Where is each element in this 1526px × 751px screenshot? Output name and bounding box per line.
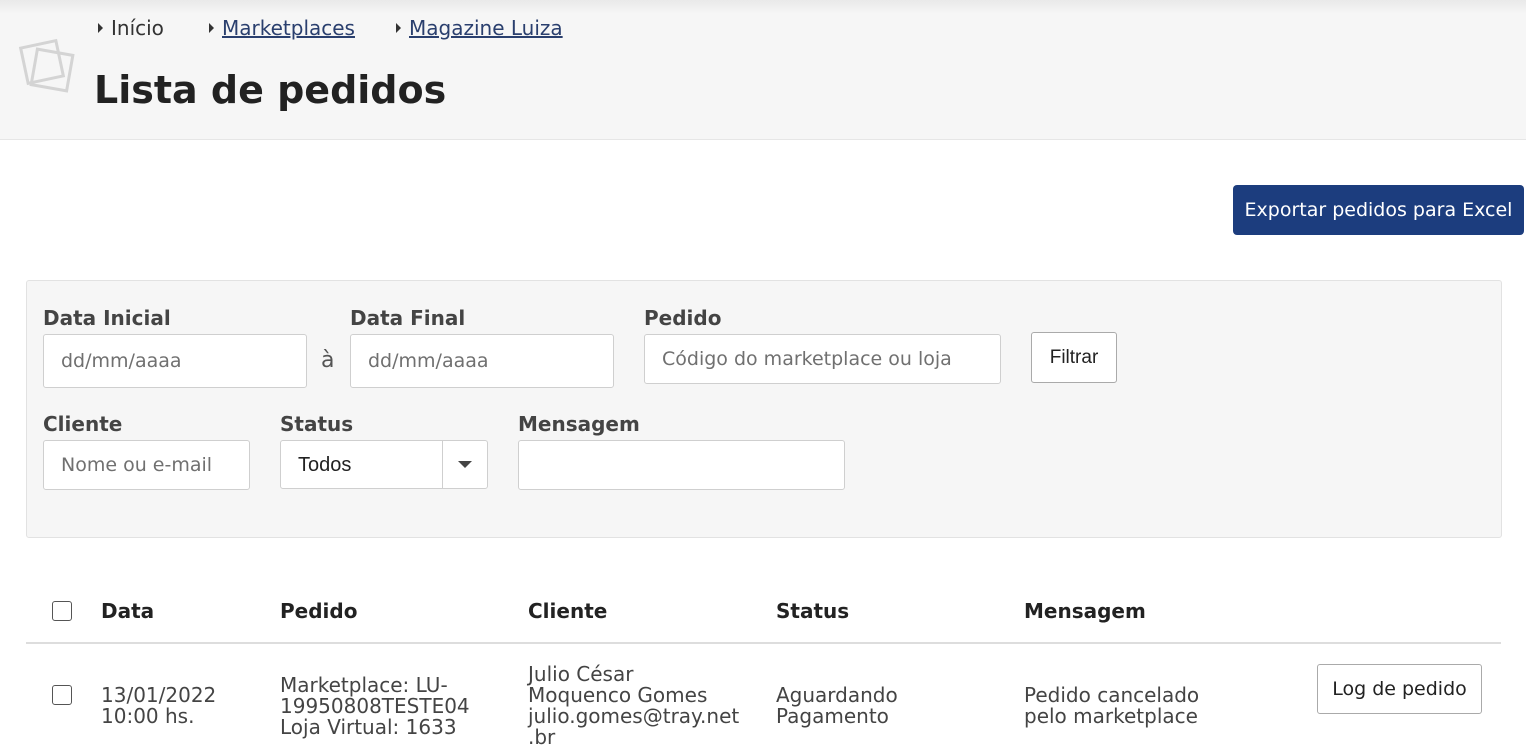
breadcrumb-link[interactable]: Magazine Luiza [409, 16, 563, 40]
date-range-separator: à [321, 348, 335, 373]
row-checkbox[interactable] [52, 685, 72, 705]
row-cliente-name-2: Moquenco Gomes [528, 683, 708, 707]
status-label: Status [280, 412, 354, 436]
row-pedido: Marketplace: LU- 19950808TESTE04 Loja Vi… [280, 675, 470, 738]
page-title: Lista de pedidos [94, 68, 447, 112]
data-inicial-label: Data Inicial [43, 306, 171, 330]
row-cliente-email-2: .br [528, 725, 556, 749]
column-header-mensagem: Mensagem [1024, 599, 1146, 623]
row-mensagem: Pedido cancelado pelo marketplace [1024, 685, 1199, 727]
row-date-value: 13/01/2022 [101, 683, 217, 707]
mensagem-input[interactable] [518, 440, 845, 490]
filter-panel [26, 280, 1502, 538]
header-top-shadow [0, 0, 1526, 14]
log-de-pedido-button[interactable]: Log de pedido [1317, 664, 1482, 714]
row-pedido-marketplace: Marketplace: LU- [280, 673, 448, 697]
row-date: 13/01/2022 10:00 hs. [101, 685, 216, 727]
chevron-down-icon [458, 461, 472, 468]
column-header-status: Status [776, 599, 850, 623]
filtrar-button[interactable]: Filtrar [1031, 332, 1117, 383]
status-select[interactable]: Todos [280, 440, 488, 489]
column-header-cliente: Cliente [528, 599, 608, 623]
triangle-right-icon [98, 22, 103, 33]
data-inicial-input[interactable] [43, 334, 307, 388]
breadcrumb-link[interactable]: Marketplaces [222, 16, 355, 40]
stacked-squares-logo-icon [18, 38, 75, 93]
breadcrumb-item-inicio[interactable]: Início [98, 14, 164, 42]
breadcrumb-item-marketplaces[interactable]: Marketplaces [209, 14, 355, 42]
row-mensagem-line-1: Pedido cancelado [1024, 683, 1200, 707]
row-status-line-2: Pagamento [776, 704, 889, 728]
row-status: Aguardando Pagamento [776, 685, 898, 727]
mensagem-label: Mensagem [518, 412, 640, 436]
row-cliente-name-1: Julio César [528, 662, 634, 686]
table-header-divider [26, 642, 1501, 644]
row-cliente-email-1: julio.gomes@tray.net [528, 704, 740, 728]
data-final-label: Data Final [350, 306, 466, 330]
triangle-right-icon [396, 22, 401, 33]
breadcrumb-item-magazine-luiza[interactable]: Magazine Luiza [396, 14, 563, 42]
data-final-input[interactable] [350, 334, 614, 388]
column-header-pedido: Pedido [280, 599, 358, 623]
page-header: Início Marketplaces Magazine Luiza Lista… [0, 0, 1526, 140]
row-pedido-code: 19950808TESTE04 [280, 694, 470, 718]
triangle-right-icon [209, 22, 214, 33]
row-time-value: 10:00 hs. [101, 704, 195, 728]
row-status-line-1: Aguardando [776, 683, 898, 707]
pedido-label: Pedido [644, 306, 722, 330]
row-pedido-loja: Loja Virtual: 1633 [280, 715, 457, 739]
row-cliente: Julio César Moquenco Gomes julio.gomes@t… [528, 664, 739, 748]
pedido-search-input[interactable] [644, 334, 1001, 384]
cliente-label: Cliente [43, 412, 123, 436]
status-selected-value: Todos [298, 454, 352, 476]
select-all-checkbox[interactable] [52, 601, 72, 621]
select-divider [442, 441, 443, 488]
cliente-input[interactable] [43, 440, 250, 490]
row-mensagem-line-2: pelo marketplace [1024, 704, 1198, 728]
column-header-data: Data [101, 599, 155, 623]
export-excel-button[interactable]: Exportar pedidos para Excel [1233, 185, 1524, 235]
breadcrumb-label: Início [111, 16, 164, 40]
